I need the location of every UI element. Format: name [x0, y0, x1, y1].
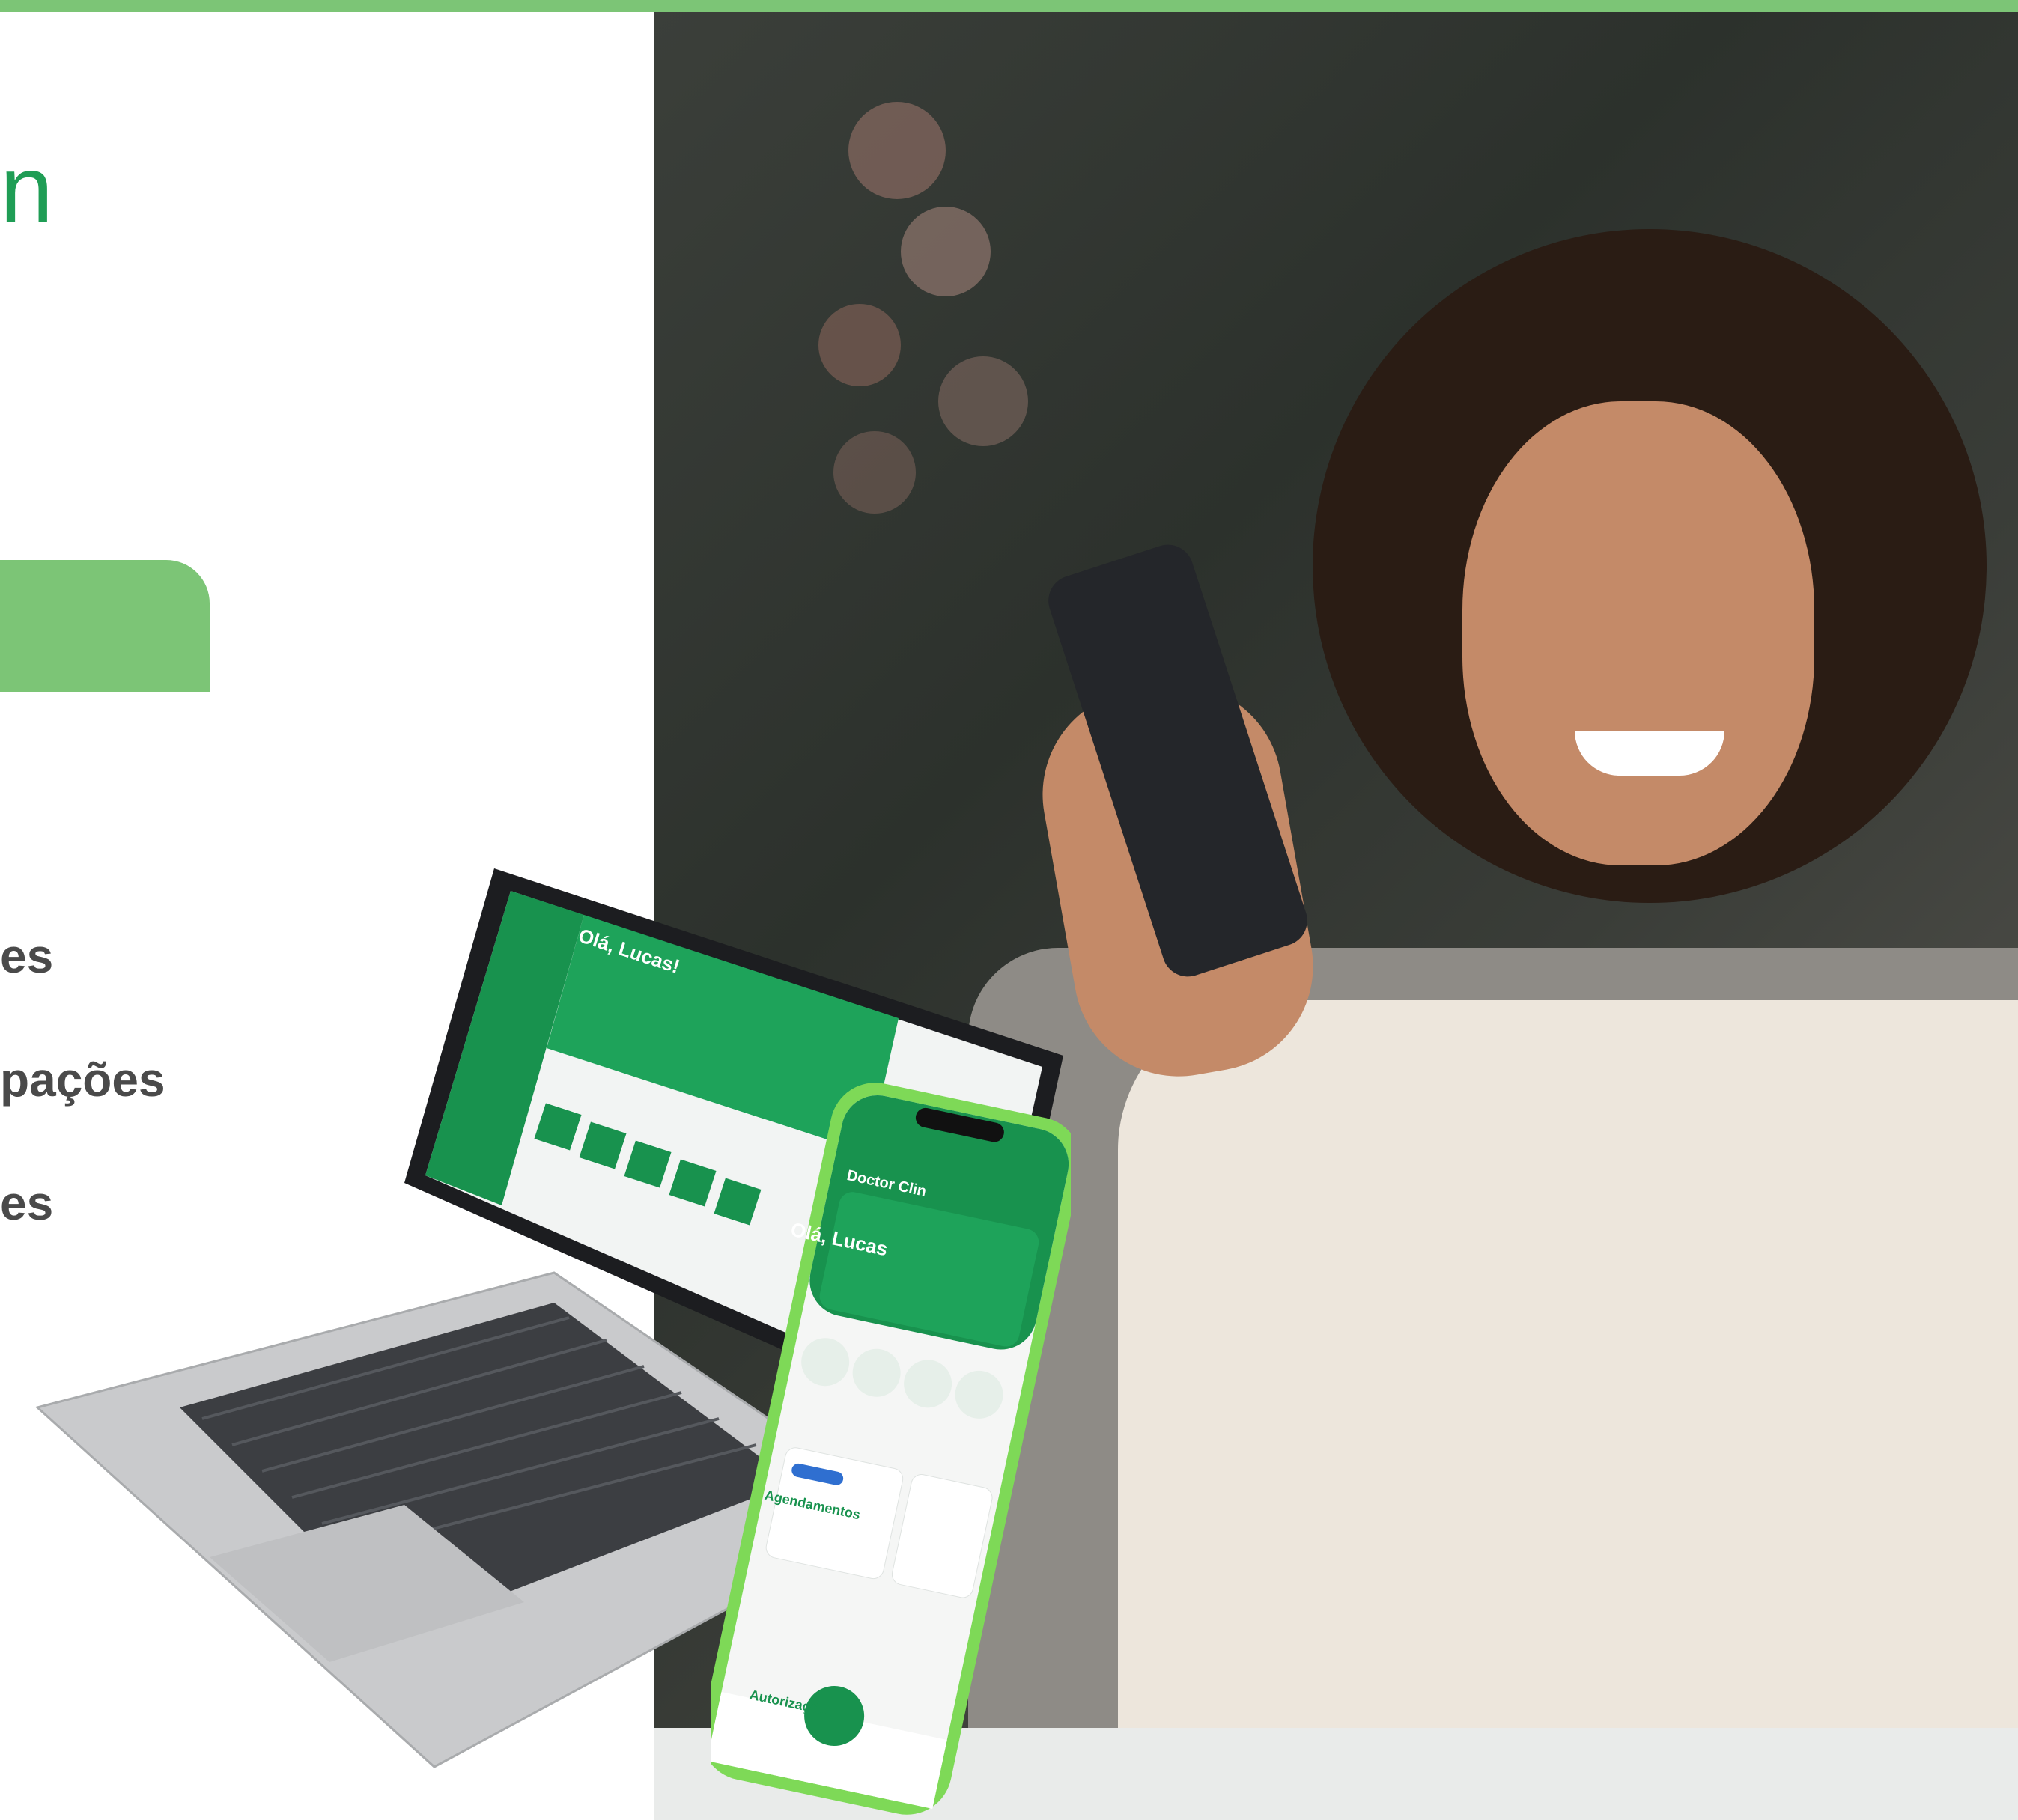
- face: [1462, 401, 1814, 865]
- bokeh-light: [818, 304, 901, 386]
- sweater: [1118, 1000, 2018, 1728]
- smile: [1575, 731, 1724, 776]
- bokeh-light: [833, 431, 916, 514]
- headline-fragment: n: [0, 136, 54, 243]
- bokeh-light: [848, 102, 946, 199]
- green-tab-button[interactable]: [0, 560, 210, 692]
- bokeh-light: [938, 356, 1028, 446]
- bokeh-light: [901, 207, 991, 296]
- top-accent-bar: [0, 0, 2018, 12]
